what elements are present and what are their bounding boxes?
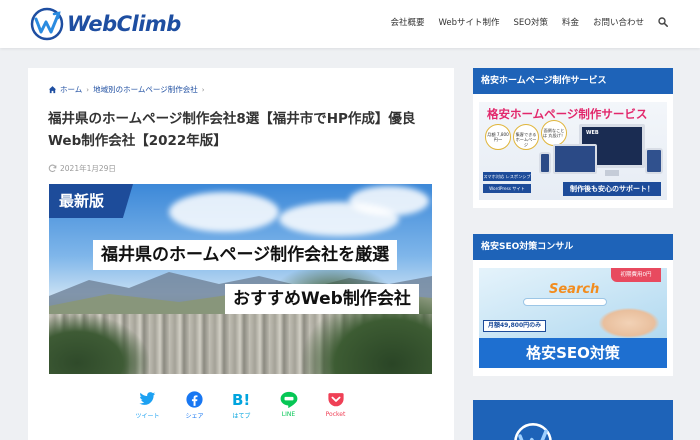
hero-badge: 最新版 bbox=[49, 184, 133, 218]
banner-circle-delegate: 面倒なことは 丸投げ！ bbox=[541, 120, 567, 146]
sidebar-widget-brand[interactable] bbox=[473, 400, 673, 440]
banner-hand-illustration bbox=[599, 308, 659, 338]
site-logo[interactable]: WebClimb bbox=[30, 7, 181, 41]
share-line-button[interactable]: LINE bbox=[265, 390, 312, 420]
share-line-label: LINE bbox=[281, 411, 296, 418]
svg-text:B!: B! bbox=[232, 391, 250, 407]
widget-title: 格安ホームページ制作サービス bbox=[473, 68, 673, 94]
twitter-icon bbox=[139, 392, 156, 405]
banner-search-bar bbox=[523, 298, 607, 306]
breadcrumb-category[interactable]: 地域別のホームページ制作会社 bbox=[93, 84, 198, 95]
breadcrumb-separator: › bbox=[201, 85, 205, 94]
facebook-icon bbox=[186, 390, 203, 408]
seo-banner[interactable]: Search 初期費用0円 月額49,800円のみ 格安SEO対策 bbox=[479, 268, 667, 368]
banner-circle-attract: 集客できる ホームページ bbox=[513, 124, 539, 150]
nav-pricing[interactable]: 料金 bbox=[562, 16, 579, 28]
home-icon bbox=[48, 86, 57, 94]
publish-date: 2021年1月29日 bbox=[48, 163, 116, 174]
banner-price: 月額49,800円のみ bbox=[483, 320, 547, 332]
hatena-bookmark-icon: B! bbox=[232, 391, 250, 407]
logo-icon bbox=[30, 7, 64, 41]
brand-name: WebClimb bbox=[67, 12, 181, 36]
breadcrumb: ホーム › 地域別のホームページ制作会社 › bbox=[48, 84, 209, 95]
banner-title: 格安ホームページ制作サービス bbox=[487, 107, 648, 121]
share-twitter-label: ツイート bbox=[135, 413, 160, 420]
banner-footer: 格安SEO対策 bbox=[479, 338, 667, 368]
search-icon[interactable] bbox=[658, 17, 668, 27]
share-hatena-label: はてブ bbox=[232, 413, 251, 420]
monitor-label: WEB bbox=[586, 130, 599, 136]
nav-seo[interactable]: SEO対策 bbox=[514, 16, 548, 28]
logo-icon bbox=[514, 423, 552, 440]
hero-image: 最新版 福井県のホームページ制作会社を厳選 おすすめWeb制作会社 bbox=[49, 184, 432, 374]
share-buttons: ツイート シェア B! はてブ LINE Pocket bbox=[124, 390, 359, 420]
share-hatena-button[interactable]: B! はてブ bbox=[218, 390, 265, 420]
sidebar-widget-seo: 格安SEO対策コンサル Search 初期費用0円 月額49,800円のみ 格安… bbox=[473, 234, 673, 376]
share-pocket-button[interactable]: Pocket bbox=[312, 390, 359, 420]
nav-contact[interactable]: お問い合わせ bbox=[593, 16, 644, 28]
main-nav: 会社概要 Webサイト制作 SEO対策 料金 お問い合わせ bbox=[376, 16, 668, 28]
line-icon bbox=[280, 391, 297, 408]
banner-initial-fee-badge: 初期費用0円 bbox=[611, 268, 661, 282]
site-header: WebClimb 会社概要 Webサイト制作 SEO対策 料金 お問い合わせ bbox=[0, 0, 700, 48]
article-title: 福井県のホームページ制作会社8選【福井市でHP作成】優良Web制作会社【2022… bbox=[48, 111, 416, 149]
widget-title: 格安SEO対策コンサル bbox=[473, 234, 673, 260]
nav-web-production[interactable]: Webサイト制作 bbox=[438, 16, 499, 28]
pocket-icon bbox=[327, 392, 344, 406]
hero-headline: 福井県のホームページ制作会社を厳選 bbox=[93, 240, 398, 270]
share-facebook-button[interactable]: シェア bbox=[171, 390, 218, 420]
sidebar-widget-web-production: 格安ホームページ制作サービス 格安ホームページ制作サービス 月額 7,800円〜… bbox=[473, 68, 673, 208]
banner-circle-price: 月額 7,800円〜 bbox=[485, 124, 511, 150]
breadcrumb-separator: › bbox=[86, 85, 90, 94]
hero-trees bbox=[49, 314, 149, 374]
banner-phone-illustration bbox=[539, 152, 551, 174]
banner-search-word: Search bbox=[549, 282, 600, 297]
banner-footer: 制作後も安心のサポート！ bbox=[563, 182, 661, 196]
banner-monitor-stand bbox=[605, 170, 619, 176]
hero-subheadline: おすすめWeb制作会社 bbox=[225, 284, 419, 314]
banner-pill-responsive: スマホ対応 レスポンシブ bbox=[483, 172, 531, 181]
update-icon bbox=[48, 164, 57, 173]
publish-date-text: 2021年1月29日 bbox=[60, 164, 116, 173]
nav-company[interactable]: 会社概要 bbox=[390, 16, 424, 28]
share-pocket-label: Pocket bbox=[325, 411, 346, 418]
banner-pill-wordpress: WordPress サイト bbox=[483, 184, 531, 193]
banner-tablet-illustration bbox=[645, 148, 663, 174]
web-production-banner[interactable]: 格安ホームページ制作サービス 月額 7,800円〜 集客できる ホームページ 面… bbox=[479, 102, 667, 200]
banner-laptop-illustration bbox=[553, 144, 597, 174]
share-facebook-label: シェア bbox=[185, 413, 204, 420]
article-card: ホーム › 地域別のホームページ制作会社 › 福井県のホームページ制作会社8選【… bbox=[28, 68, 454, 440]
share-twitter-button[interactable]: ツイート bbox=[124, 390, 171, 420]
breadcrumb-home[interactable]: ホーム bbox=[60, 84, 82, 95]
